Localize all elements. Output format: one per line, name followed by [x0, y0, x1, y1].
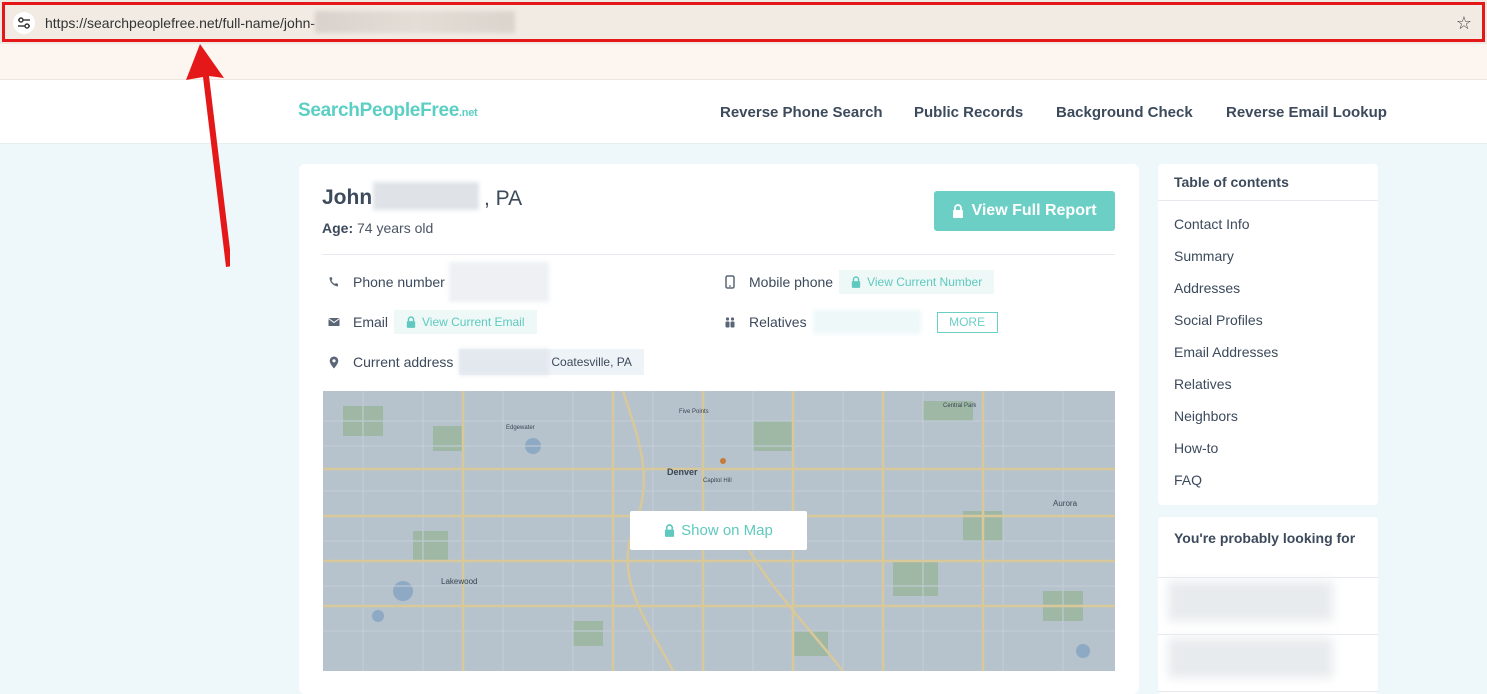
map-label-aurora: Aurora [1053, 499, 1078, 508]
plf-divider [1158, 634, 1378, 635]
toc-item-email-addresses[interactable]: Email Addresses [1174, 344, 1278, 360]
envelope-icon [327, 317, 341, 327]
nav-reverse-email[interactable]: Reverse Email Lookup [1226, 104, 1387, 121]
address-label: Current address [353, 354, 454, 370]
view-full-report-label: View Full Report [971, 202, 1097, 219]
probably-looking-for: You're probably looking for [1158, 517, 1378, 694]
relatives-row: Relatives MORE [723, 310, 998, 334]
age-value: 74 years old [357, 220, 434, 236]
url-redacted [315, 11, 516, 34]
toc-divider [1158, 200, 1378, 201]
address-row: Current address Coatesville, PA [327, 349, 644, 375]
view-current-number-button[interactable]: View Current Number [839, 270, 995, 294]
redacted-suggestion[interactable] [1168, 638, 1333, 678]
toc-item-relatives[interactable]: Relatives [1174, 376, 1232, 392]
redacted-phone [448, 262, 549, 302]
toc-item-addresses[interactable]: Addresses [1174, 280, 1240, 296]
star-icon[interactable]: ☆ [1456, 13, 1472, 34]
relatives-label: Relatives [749, 314, 807, 330]
map-label-five-points: Five Points [679, 409, 709, 415]
url-text[interactable]: https://searchpeoplefree.net/full-name/j… [45, 11, 516, 34]
lock-icon [851, 276, 861, 288]
view-current-email-label: View Current Email [422, 315, 525, 329]
location-map[interactable]: Denver Lakewood Aurora Edgewater Capitol… [323, 391, 1115, 671]
lock-icon [953, 204, 964, 218]
map-label-central-park: Central Park [943, 403, 977, 409]
redacted-last-name [373, 182, 479, 210]
tune-icon[interactable] [13, 12, 35, 34]
address-value: Coatesville, PA [459, 349, 644, 375]
mobile-icon [723, 275, 737, 289]
site-logo[interactable]: SearchPeopleFree.net [298, 100, 478, 122]
toc-item-how-to[interactable]: How-to [1174, 440, 1218, 456]
nav-reverse-phone[interactable]: Reverse Phone Search [720, 104, 883, 121]
lock-icon [406, 316, 416, 328]
toc-item-neighbors[interactable]: Neighbors [1174, 408, 1238, 424]
email-label: Email [353, 314, 389, 330]
mobile-label: Mobile phone [749, 274, 834, 290]
person-state: , PA [484, 187, 523, 210]
phone-row: Phone number [327, 262, 549, 302]
more-relatives-button[interactable]: MORE [936, 311, 998, 333]
logo-tld: .net [459, 107, 478, 119]
email-row: Email View Current Email [327, 310, 537, 334]
toc-item-summary[interactable]: Summary [1174, 248, 1234, 264]
plf-divider [1158, 577, 1378, 578]
age-label: Age: [322, 220, 354, 236]
nav-public-records[interactable]: Public Records [914, 104, 1023, 121]
map-label-capitol-hill: Capitol Hill [703, 478, 732, 484]
map-label-denver: Denver [667, 467, 698, 477]
view-current-number-label: View Current Number [867, 275, 983, 289]
show-on-map-label: Show on Map [681, 522, 773, 539]
redacted-street [459, 349, 550, 375]
redacted-suggestion[interactable] [1168, 581, 1333, 621]
person-age: Age: 74 years old [322, 220, 433, 236]
view-current-email-button[interactable]: View Current Email [394, 310, 537, 334]
toc-item-contact-info[interactable]: Contact Info [1174, 216, 1250, 232]
toc-item-social-profiles[interactable]: Social Profiles [1174, 312, 1263, 328]
map-label-lakewood: Lakewood [441, 577, 478, 586]
card-divider [322, 254, 1115, 255]
logo-main: SearchPeopleFree [298, 100, 460, 121]
phone-icon [327, 276, 341, 288]
redacted-relatives [812, 310, 921, 334]
table-of-contents: Table of contents Contact Info Summary A… [1158, 164, 1378, 505]
show-on-map-button[interactable]: Show on Map [630, 511, 807, 550]
lock-icon [665, 524, 675, 537]
toc-title: Table of contents [1174, 174, 1289, 190]
mobile-row: Mobile phone View Current Number [723, 270, 995, 294]
map-pin-icon [327, 356, 341, 369]
view-full-report-button[interactable]: View Full Report [934, 191, 1115, 231]
address-city: Coatesville, PA [551, 355, 632, 369]
plf-divider [1158, 691, 1378, 692]
phone-label: Phone number [353, 274, 445, 290]
people-icon [723, 316, 737, 328]
nav-background-check[interactable]: Background Check [1056, 104, 1193, 121]
person-first-name: John [322, 186, 373, 209]
map-label-edgewater: Edgewater [506, 425, 535, 431]
url-visible: https://searchpeoplefree.net/full-name/j… [45, 15, 316, 31]
toc-item-faq[interactable]: FAQ [1174, 472, 1202, 488]
person-card: John , PA Age: 74 years old View Full Re… [299, 164, 1139, 694]
plf-title: You're probably looking for [1174, 530, 1356, 546]
annotation-arrow [186, 44, 230, 267]
